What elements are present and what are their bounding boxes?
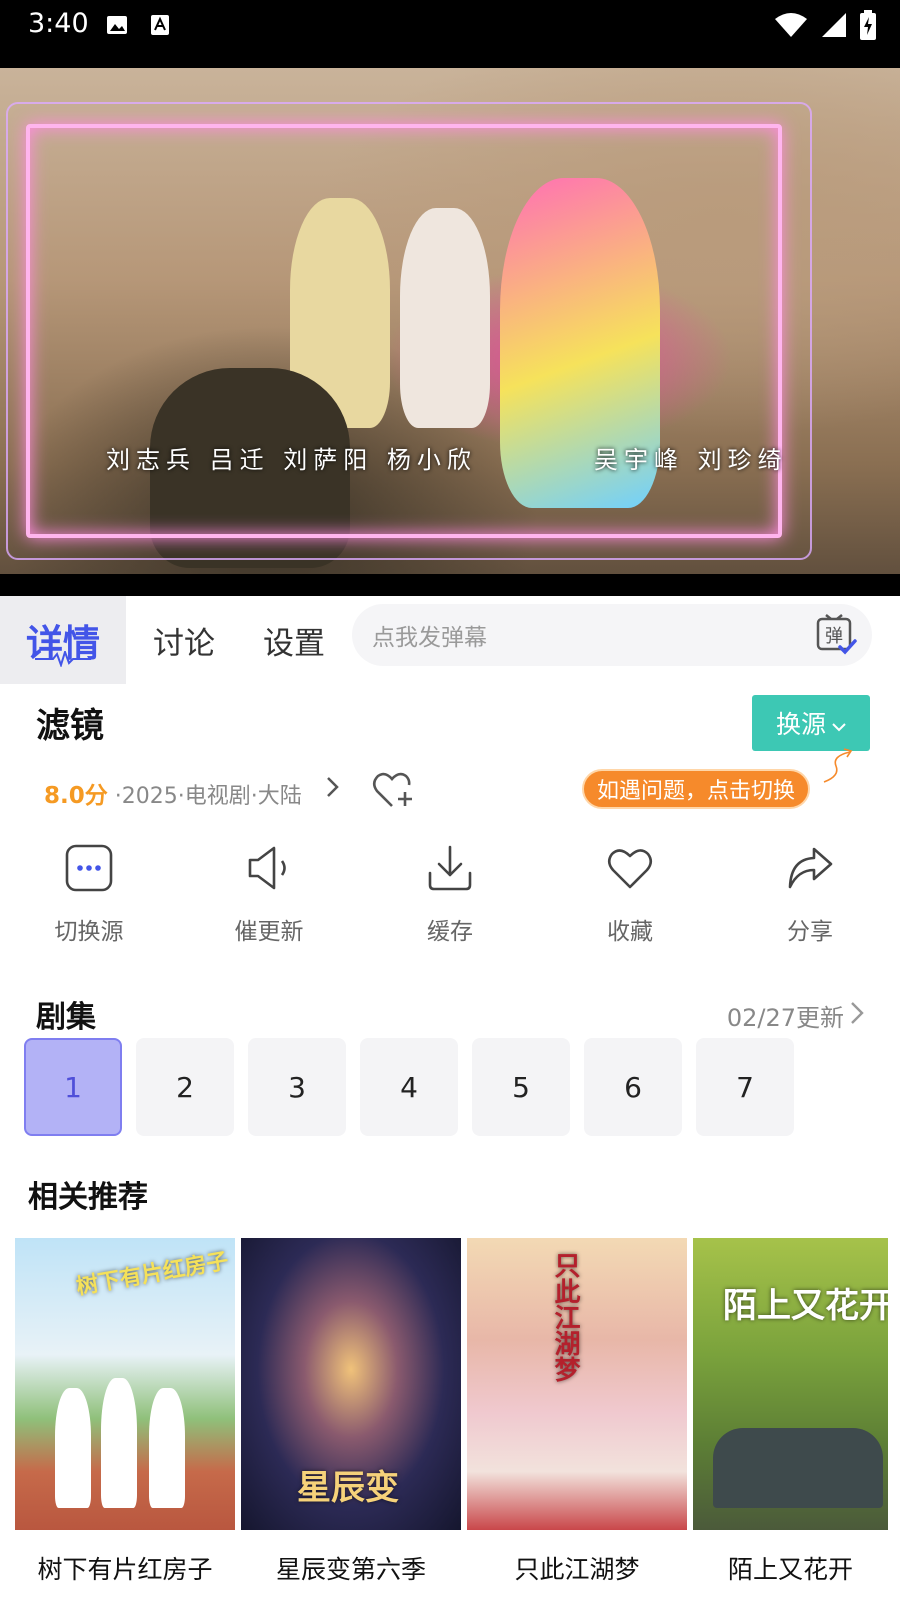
poster-text: 陌上又花开	[723, 1286, 888, 1326]
share-icon	[735, 840, 885, 896]
more-dots-icon	[14, 840, 164, 896]
tab-discuss[interactable]: 讨论	[136, 596, 232, 684]
action-label: 催更新	[234, 919, 304, 945]
recommend-poster: 树下有片红房子	[15, 1238, 235, 1530]
recommend-name: 树下有片红房子	[37, 1555, 213, 1584]
episode-number: 7	[736, 1070, 754, 1104]
episodes-title: 剧集	[36, 1000, 96, 1035]
drama-score: 8.0分	[44, 783, 108, 809]
chevron-right-icon	[850, 1001, 864, 1031]
episode-button[interactable]: 2	[136, 1038, 234, 1136]
heart-icon	[555, 840, 705, 896]
heart-plus-icon[interactable]	[372, 770, 416, 814]
tab-settings-label: 设置	[263, 625, 325, 662]
episode-button[interactable]: 7	[696, 1038, 794, 1136]
switch-source-label: 换源	[775, 710, 826, 739]
action-urge-update[interactable]: 催更新	[194, 840, 344, 946]
episodes-update-link[interactable]: 02/27更新	[727, 998, 864, 1033]
video-subtitle-left: 刘志兵 吕迁 刘萨阳 杨小欣	[106, 446, 477, 474]
poster-figure	[713, 1428, 883, 1508]
recommend-name: 陌上又花开	[727, 1555, 853, 1584]
episode-number: 1	[64, 1070, 82, 1104]
danmu-input[interactable]: 点我发弹幕 弹	[352, 604, 872, 666]
switch-source-button[interactable]: 换源	[752, 695, 870, 751]
drama-meta-info: ·2025·电视剧·大陆	[107, 784, 302, 809]
recommend-name: 星辰变第六季	[275, 1555, 426, 1584]
recommend-card[interactable]: 星辰变 星辰变第六季	[241, 1238, 461, 1586]
curved-arrow-icon	[820, 746, 860, 790]
speaker-icon	[194, 840, 344, 896]
episode-number: 2	[176, 1070, 194, 1104]
action-share[interactable]: 分享	[735, 840, 885, 946]
action-label: 收藏	[607, 919, 653, 945]
episode-number: 4	[400, 1070, 418, 1104]
episodes-update-text: 02/27更新	[726, 1004, 844, 1032]
wifi-icon	[774, 11, 808, 43]
action-label: 分享	[787, 919, 833, 945]
drama-title: 滤镜	[36, 706, 104, 746]
episode-button[interactable]: 6	[584, 1038, 682, 1136]
poster-figure	[149, 1388, 185, 1508]
episode-number: 3	[288, 1070, 306, 1104]
status-bar: 3:40	[0, 0, 900, 68]
episode-number: 6	[624, 1070, 642, 1104]
chevron-down-icon	[832, 709, 846, 738]
poster-figure	[55, 1388, 91, 1508]
action-label: 切换源	[54, 919, 124, 945]
danmu-icon-text: 弹	[825, 626, 843, 647]
recommend-poster: 只此江湖梦	[467, 1238, 687, 1530]
poster-figure	[101, 1378, 137, 1508]
download-icon	[375, 840, 525, 896]
action-favorite[interactable]: 收藏	[555, 840, 705, 946]
action-switch-source[interactable]: 切换源	[14, 840, 164, 946]
recommend-card[interactable]: 只此江湖梦 只此江湖梦	[467, 1238, 687, 1586]
tab-details[interactable]: 详情	[0, 596, 126, 684]
video-subtitle-right: 吴宇峰 刘珍绮	[594, 446, 788, 474]
video-bottom-band	[0, 574, 900, 596]
battery-charging-icon	[860, 10, 876, 44]
poster-text: 星辰变	[297, 1468, 399, 1508]
danmu-toggle-icon[interactable]: 弹	[814, 613, 858, 663]
action-download[interactable]: 缓存	[375, 840, 525, 946]
episode-button[interactable]: 3	[248, 1038, 346, 1136]
episode-button[interactable]: 1	[24, 1038, 122, 1136]
recommend-name: 只此江湖梦	[514, 1555, 640, 1584]
episode-button[interactable]: 4	[360, 1038, 458, 1136]
image-icon	[106, 14, 128, 40]
tab-settings[interactable]: 设置	[246, 596, 342, 684]
episode-number: 5	[512, 1070, 530, 1104]
tab-discuss-label: 讨论	[153, 625, 215, 662]
poster-text: 只此江湖梦	[550, 1252, 580, 1382]
text-a-icon	[150, 14, 170, 40]
action-label: 缓存	[427, 919, 473, 945]
poster-text: 树下有片红房子	[74, 1247, 231, 1301]
neon-frame	[26, 124, 782, 538]
chevron-right-icon[interactable]	[326, 776, 340, 802]
wave-icon	[35, 633, 91, 676]
tabs-bar: 详情 讨论 设置 点我发弹幕 弹	[0, 596, 900, 684]
tip-text: 如遇问题，点击切换	[597, 779, 796, 804]
status-time: 3:40	[28, 8, 89, 39]
recommend-title: 相关推荐	[28, 1180, 148, 1215]
recommend-card[interactable]: 树下有片红房子 树下有片红房子	[15, 1238, 235, 1586]
tip-bubble[interactable]: 如遇问题，点击切换	[582, 769, 811, 809]
drama-meta[interactable]: 8.0分 ·2025·电视剧·大陆	[44, 776, 302, 810]
episode-button[interactable]: 5	[472, 1038, 570, 1136]
signal-icon	[820, 11, 848, 43]
danmu-placeholder: 点我发弹幕	[372, 625, 487, 651]
recommend-poster: 陌上又花开	[693, 1238, 888, 1530]
recommend-poster: 星辰变	[241, 1238, 461, 1530]
video-player[interactable]: 刘志兵 吕迁 刘萨阳 杨小欣 吴宇峰 刘珍绮	[0, 68, 900, 596]
recommend-card[interactable]: 陌上又花开 陌上又花开	[693, 1238, 888, 1586]
